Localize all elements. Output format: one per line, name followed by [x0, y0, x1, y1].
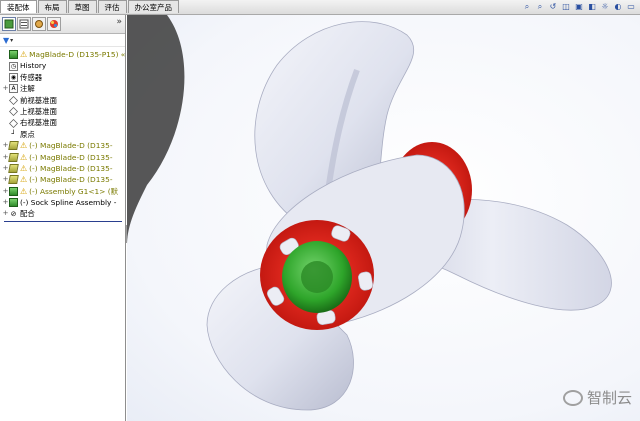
tree-node-annotations[interactable]: + A 注解: [2, 83, 125, 94]
watermark: 智制云: [562, 387, 632, 408]
heads-up-view-toolbar: ⌕ ⌕ ↺ ◫ ▣ ◧ ☼ ◐ ▭: [522, 0, 636, 14]
warning-icon: ⚠: [20, 152, 28, 162]
zoom-area-icon[interactable]: ⌕: [535, 2, 545, 12]
plane-icon: [9, 118, 18, 128]
feature-manager-icon[interactable]: [2, 17, 16, 31]
property-manager-icon[interactable]: [17, 17, 31, 31]
tree-node-label: (-) MagBlade-D (D135-: [29, 163, 113, 173]
shaft-bore: [301, 261, 333, 293]
previous-view-icon[interactable]: ↺: [548, 2, 558, 12]
tree-node-component[interactable]: + ⚠ (-) MagBlade-D (D135-: [2, 163, 125, 174]
subassembly-icon: [9, 186, 18, 196]
part-icon: [8, 164, 19, 174]
tree-node-origin[interactable]: ┘ 原点: [2, 129, 125, 140]
tree-node-label: History: [20, 61, 47, 71]
model-shadow: [127, 15, 185, 245]
expand-plus-icon[interactable]: +: [2, 197, 9, 208]
part-icon: [8, 152, 19, 162]
tree-node-label: 右视基准面: [20, 118, 57, 128]
tab-office-products[interactable]: 办公室产品: [127, 0, 179, 13]
plane-icon: [9, 95, 18, 105]
tree-node-label: (-) MagBlade-D (D135-: [29, 175, 113, 185]
feature-tree: ⚠ MagBlade-D (D135-P15) « ◷ History ◉ 传感…: [0, 47, 125, 222]
mates-icon: ⊘: [10, 209, 17, 218]
warning-icon: ⚠: [20, 186, 28, 196]
tab-assembly[interactable]: 装配体: [0, 0, 37, 13]
expand-plus-icon[interactable]: +: [2, 186, 9, 197]
display-style-icon[interactable]: ◧: [587, 2, 597, 12]
tree-node-label: 注解: [20, 84, 35, 94]
history-icon: ◷: [9, 61, 18, 71]
sensor-icon: ◉: [9, 72, 18, 82]
tree-node-history[interactable]: ◷ History: [2, 60, 125, 71]
filter-icon[interactable]: ▼: [3, 36, 9, 45]
hide-show-icon[interactable]: ☼: [600, 2, 610, 12]
tree-filter-bar: ▼ ▾: [0, 34, 125, 47]
tree-node-subassembly[interactable]: + ⚠ (-) Assembly G1<1> (默: [2, 186, 125, 197]
scene-icon[interactable]: ▭: [626, 2, 636, 12]
warning-icon: ⚠: [20, 50, 28, 59]
graphics-viewport[interactable]: 智制云: [127, 15, 640, 421]
tree-node-top-plane[interactable]: 上视基准面: [2, 106, 125, 117]
tree-node-label: MagBlade-D (D135-P15) «: [29, 50, 125, 59]
tree-node-right-plane[interactable]: 右视基准面: [2, 117, 125, 128]
tree-node-mates[interactable]: + ⊘ 配合: [2, 208, 125, 219]
section-view-icon[interactable]: ◫: [561, 2, 571, 12]
origin-icon: ┘: [11, 129, 16, 138]
tree-node-root-assembly[interactable]: ⚠ MagBlade-D (D135-P15) «: [2, 49, 125, 60]
part-icon: [8, 141, 19, 151]
zoom-to-fit-icon[interactable]: ⌕: [522, 2, 532, 12]
tree-node-component[interactable]: + ⚠ (-) MagBlade-D (D135-: [2, 140, 125, 151]
tree-node-label: 配合: [20, 209, 35, 219]
panel-tabs: »: [0, 15, 125, 34]
rollback-bar[interactable]: [4, 220, 122, 222]
tab-sketch[interactable]: 草图: [67, 0, 97, 13]
part-icon: [8, 175, 19, 185]
plane-icon: [9, 107, 18, 117]
edit-appearance-icon[interactable]: ◐: [613, 2, 623, 12]
view-orientation-icon[interactable]: ▣: [574, 2, 584, 12]
wechat-logo-icon: [562, 389, 583, 406]
watermark-text: 智制云: [586, 389, 632, 407]
tree-node-subassembly[interactable]: + (-) Sock Spline Assembly -: [2, 197, 125, 208]
tree-node-label: 传感器: [20, 72, 43, 82]
tab-layout[interactable]: 布局: [37, 0, 67, 13]
tree-node-label: 上视基准面: [20, 106, 57, 116]
tree-node-component[interactable]: + ⚠ (-) MagBlade-D (D135-: [2, 174, 125, 185]
tree-node-label: (-) MagBlade-D (D135-: [29, 152, 113, 162]
expand-plus-icon[interactable]: +: [2, 208, 9, 219]
command-tabs: 装配体 布局 草图 评估 办公室产品: [0, 0, 180, 14]
tree-node-label: (-) Sock Spline Assembly -: [20, 198, 117, 208]
chevron-down-icon[interactable]: ▾: [10, 37, 13, 44]
annotations-icon: A: [9, 84, 18, 94]
tree-node-label: (-) MagBlade-D (D135-: [29, 141, 113, 151]
tree-node-component[interactable]: + ⚠ (-) MagBlade-D (D135-: [2, 152, 125, 163]
warning-icon: ⚠: [20, 163, 28, 173]
assembly-doc-icon: [9, 50, 18, 60]
warning-icon: ⚠: [20, 175, 28, 185]
tab-evaluate[interactable]: 评估: [97, 0, 127, 13]
warning-icon: ⚠: [20, 141, 28, 151]
expand-plus-icon[interactable]: +: [2, 83, 9, 94]
panel-expand-arrow[interactable]: »: [116, 17, 122, 27]
subassembly-icon: [9, 198, 18, 208]
tree-node-front-plane[interactable]: 前视基准面: [2, 95, 125, 106]
propeller-model[interactable]: [127, 15, 640, 421]
configuration-manager-icon[interactable]: [32, 17, 46, 31]
tree-node-label: 原点: [20, 129, 35, 139]
tree-node-label: 前视基准面: [20, 95, 57, 105]
tree-node-label: (-) Assembly G1<1> (默: [29, 186, 119, 196]
tree-node-sensors[interactable]: ◉ 传感器: [2, 72, 125, 83]
feature-manager-panel: » ▼ ▾ ⚠ MagBlade-D (D135-P15) « ◷ Histor…: [0, 15, 126, 421]
display-manager-icon[interactable]: [47, 17, 61, 31]
command-manager-tabbar: 装配体 布局 草图 评估 办公室产品 ⌕ ⌕ ↺ ◫ ▣ ◧ ☼ ◐ ▭: [0, 0, 640, 15]
